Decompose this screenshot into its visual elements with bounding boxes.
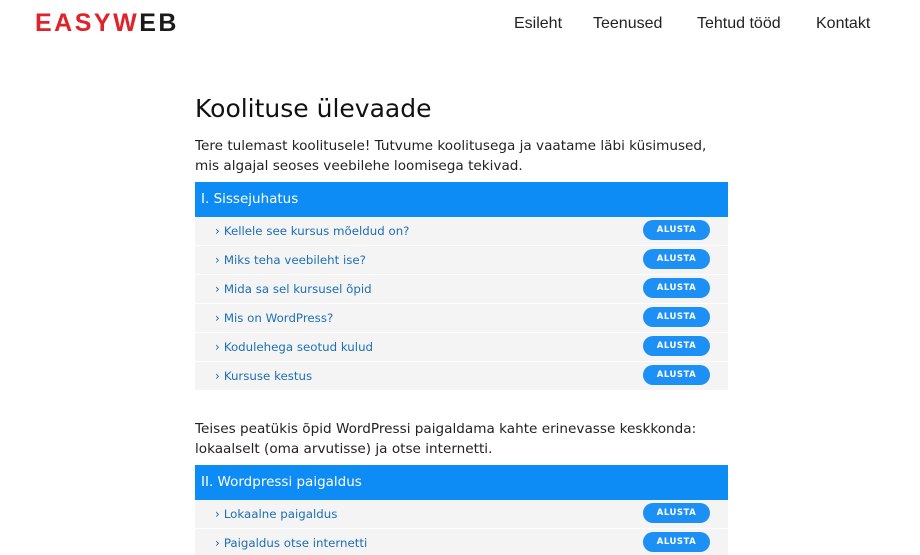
lesson-row: › Mida sa sel kursusel õpid ALUSTA xyxy=(195,275,728,303)
section-header-wordpress-install: II. Wordpressi paigaldus xyxy=(195,465,728,500)
nav-services[interactable]: Teenused xyxy=(593,14,662,34)
chevron-right-icon: › xyxy=(215,536,220,550)
page-title: Koolituse ülevaade xyxy=(195,94,432,123)
section-header-introduction: I. Sissejuhatus xyxy=(195,182,728,217)
chevron-right-icon: › xyxy=(215,253,220,267)
lesson-link[interactable]: › Kursuse kestus xyxy=(215,362,312,390)
lesson-title: Lokaalne paigaldus xyxy=(223,507,338,521)
chevron-right-icon: › xyxy=(215,282,220,296)
lesson-title: Kellele see kursus mõeldud on? xyxy=(223,224,410,238)
lesson-link[interactable]: › Mis on WordPress? xyxy=(215,304,333,332)
nav-home[interactable]: Esileht xyxy=(514,14,562,34)
start-button[interactable]: ALUSTA xyxy=(643,220,710,240)
lesson-link[interactable]: › Kodulehega seotud kulud xyxy=(215,333,373,361)
intro-text: Tere tulemast koolitusele! Tutvume kooli… xyxy=(195,138,707,174)
chevron-right-icon: › xyxy=(215,224,220,238)
lesson-title: Mis on WordPress? xyxy=(223,311,334,325)
lesson-link[interactable]: › Paigaldus otse internetti xyxy=(215,529,367,555)
lesson-title: Kodulehega seotud kulud xyxy=(223,340,374,354)
lesson-title: Miks teha veebileht ise? xyxy=(223,253,366,267)
site-logo[interactable]: EASYWEB xyxy=(35,8,179,38)
lesson-row: › Paigaldus otse internetti ALUSTA xyxy=(195,529,728,555)
logo-part-easy: EASY xyxy=(35,9,114,37)
lesson-row: › Kursuse kestus ALUSTA xyxy=(195,362,728,390)
lesson-link[interactable]: › Miks teha veebileht ise? xyxy=(215,246,366,274)
start-button[interactable]: ALUSTA xyxy=(643,307,710,327)
lesson-row: › Kellele see kursus mõeldud on? ALUSTA xyxy=(195,217,728,245)
start-button[interactable]: ALUSTA xyxy=(643,249,710,269)
start-button[interactable]: ALUSTA xyxy=(643,336,710,356)
section-intro-text: Teises peatükis õpid WordPressi paigalda… xyxy=(195,421,697,457)
lesson-row: › Lokaalne paigaldus ALUSTA xyxy=(195,500,728,528)
chevron-right-icon: › xyxy=(215,311,220,325)
lesson-row: › Kodulehega seotud kulud ALUSTA xyxy=(195,333,728,361)
lesson-row: › Miks teha veebileht ise? ALUSTA xyxy=(195,246,728,274)
lesson-title: Paigaldus otse internetti xyxy=(223,536,368,550)
start-button[interactable]: ALUSTA xyxy=(643,365,710,385)
lesson-row: › Mis on WordPress? ALUSTA xyxy=(195,304,728,332)
lesson-link[interactable]: › Mida sa sel kursusel õpid xyxy=(215,275,372,303)
logo-part-w: W xyxy=(113,9,140,37)
chevron-right-icon: › xyxy=(215,340,220,354)
lesson-link[interactable]: › Kellele see kursus mõeldud on? xyxy=(215,217,409,245)
chevron-right-icon: › xyxy=(215,369,220,383)
start-button[interactable]: ALUSTA xyxy=(643,532,710,552)
nav-contact[interactable]: Kontakt xyxy=(816,14,870,34)
header: EASYWEB Esileht Teenused Tehtud tööd Kon… xyxy=(0,0,920,50)
chevron-right-icon: › xyxy=(215,507,220,521)
lesson-link[interactable]: › Lokaalne paigaldus xyxy=(215,500,337,528)
lesson-title: Mida sa sel kursusel õpid xyxy=(223,282,372,296)
logo-part-eb: EB xyxy=(139,9,179,37)
start-button[interactable]: ALUSTA xyxy=(643,503,710,523)
lesson-title: Kursuse kestus xyxy=(223,369,313,383)
nav-works[interactable]: Tehtud tööd xyxy=(697,14,781,34)
start-button[interactable]: ALUSTA xyxy=(643,278,710,298)
